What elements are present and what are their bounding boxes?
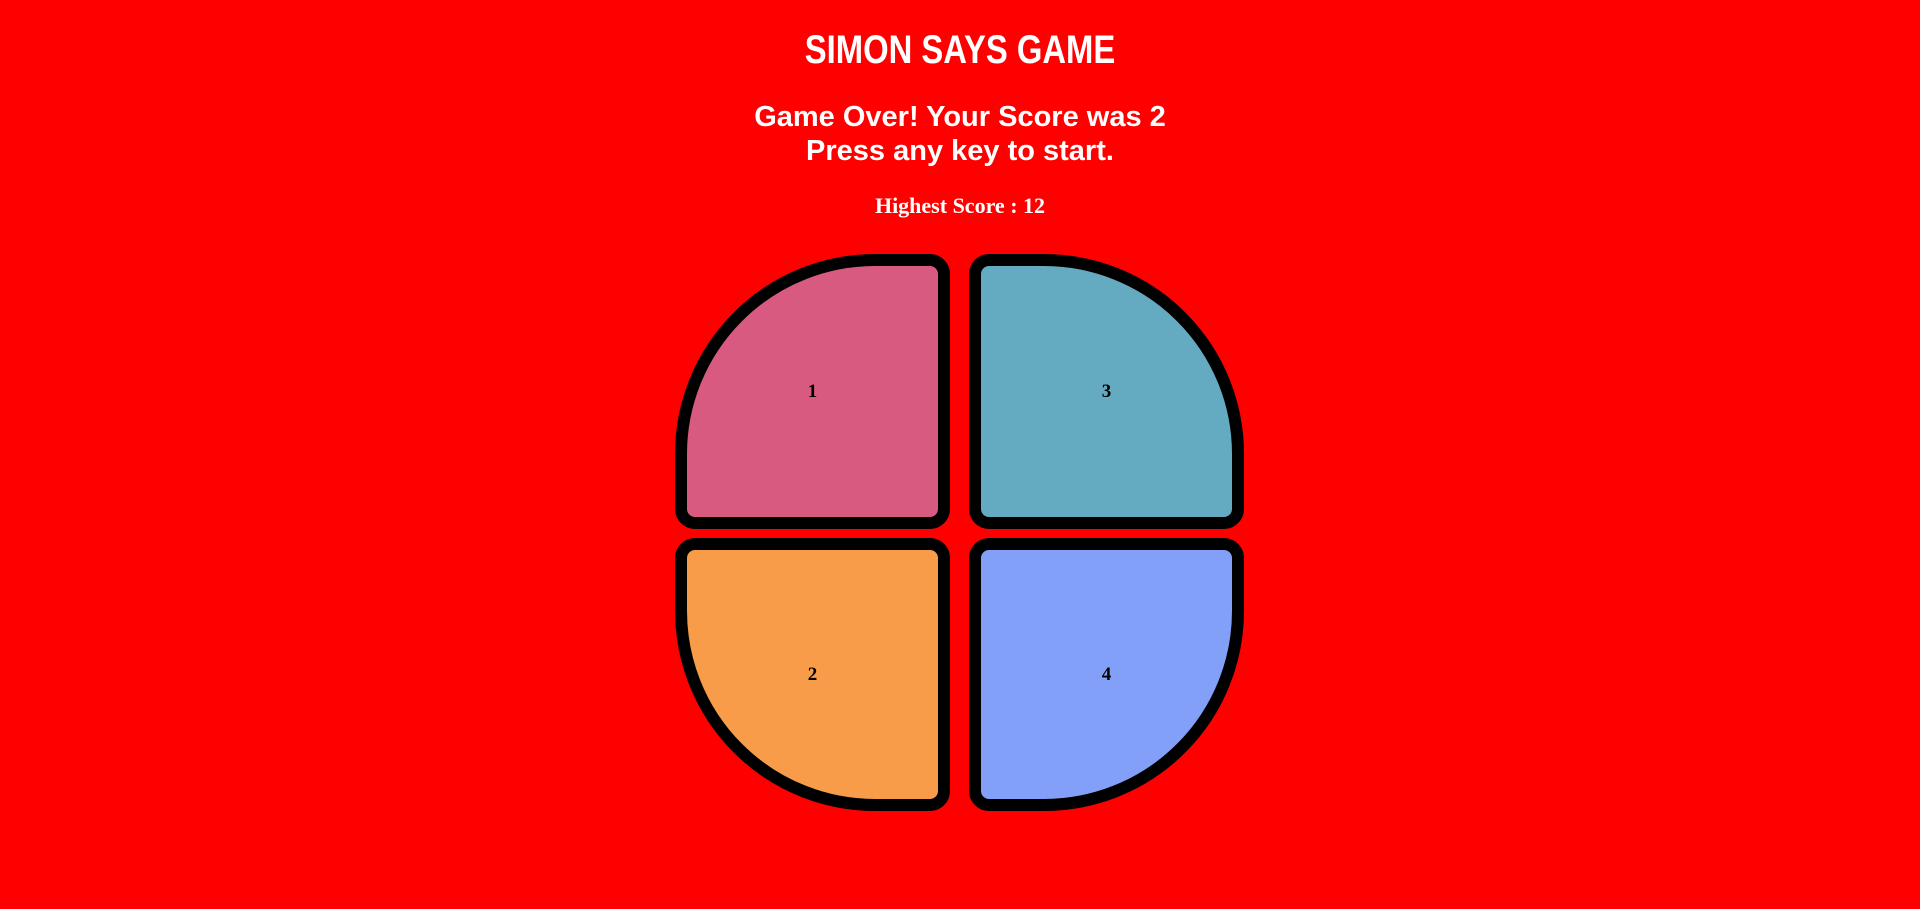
pad-3-button[interactable]: 3 — [969, 254, 1244, 529]
game-status: Game Over! Your Score was 2 Press any ke… — [0, 100, 1920, 168]
pad-2-button[interactable]: 2 — [675, 538, 950, 811]
game-status-line-instruction: Press any key to start. — [806, 135, 1114, 167]
pad-4-label: 4 — [1101, 663, 1112, 685]
highest-score: Highest Score : 12 — [874, 193, 1046, 218]
game-status-line-score: Game Over! Your Score was 2 — [754, 101, 1166, 133]
pad-3-label: 3 — [1101, 380, 1112, 402]
pad-4-button[interactable]: 4 — [969, 538, 1244, 811]
pad-1-button[interactable]: 1 — [675, 254, 950, 529]
game-title: SIMON SAYS GAME — [804, 28, 1116, 72]
pad-1-label: 1 — [807, 380, 818, 402]
pad-2-label: 2 — [807, 663, 818, 685]
